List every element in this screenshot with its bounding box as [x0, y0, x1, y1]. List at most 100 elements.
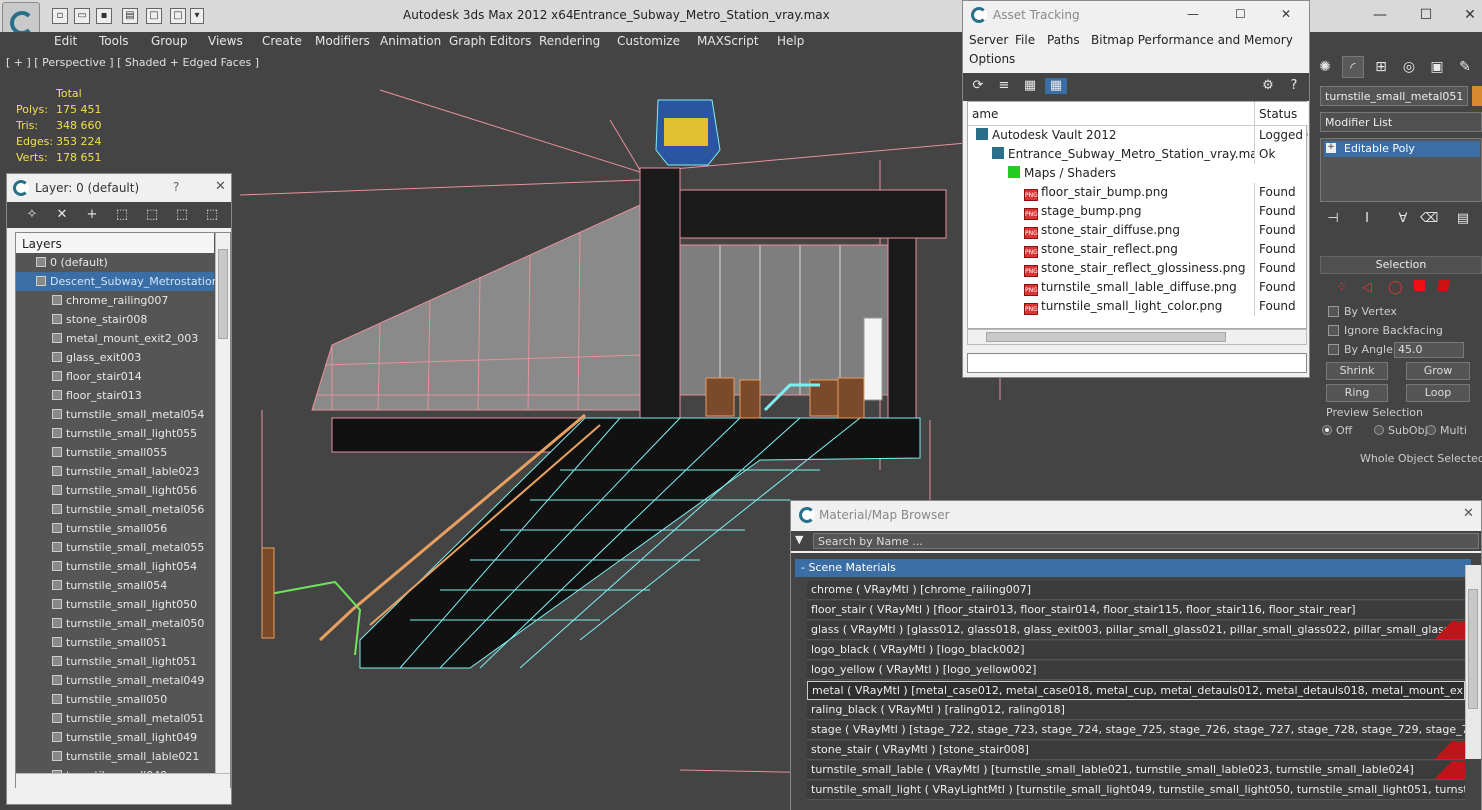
- layer-row[interactable]: turnstile_small054: [16, 576, 214, 595]
- asset-menu-server[interactable]: Server: [969, 33, 1008, 47]
- layer-row[interactable]: turnstile_small051: [16, 633, 214, 652]
- motion-tab-icon[interactable]: ◎: [1398, 56, 1420, 78]
- search-by-name-input[interactable]: Search by Name ...: [813, 533, 1479, 549]
- menu-customize[interactable]: Customize: [617, 34, 680, 48]
- delete-layer-icon[interactable]: ✕: [53, 207, 71, 223]
- material-row[interactable]: turnstile_small_lable ( VRayMtl ) [turns…: [807, 761, 1465, 780]
- layer-row[interactable]: turnstile_small056: [16, 519, 214, 538]
- layer-row[interactable]: turnstile_small055: [16, 443, 214, 462]
- border-mode-icon[interactable]: ◯: [1388, 280, 1403, 295]
- by-vertex-checkbox[interactable]: [1328, 306, 1339, 317]
- table-view-icon[interactable]: ▦: [1045, 78, 1067, 94]
- layer-row[interactable]: turnstile_small_light051: [16, 652, 214, 671]
- asset-row[interactable]: PNG stone_stair_reflect_glossiness.png Fou…: [968, 259, 1308, 278]
- quick-access-dropdown-icon[interactable]: ▾: [190, 8, 204, 24]
- layer-row[interactable]: stone_stair008: [16, 310, 214, 329]
- hold-icon[interactable]: ▤: [122, 8, 138, 24]
- layer-row[interactable]: turnstile_small_light054: [16, 557, 214, 576]
- asset-status-column-header[interactable]: Status: [1254, 102, 1308, 126]
- layer-row[interactable]: turnstile_small_light050: [16, 595, 214, 614]
- ring-button[interactable]: Ring: [1326, 384, 1388, 402]
- pin-stack-icon[interactable]: ⊣: [1324, 210, 1342, 228]
- layer-row[interactable]: Descent_Subway_Metrostation: [16, 272, 219, 291]
- material-row[interactable]: turnstile_small_light ( VRayLightMtl ) […: [807, 781, 1465, 800]
- material-row[interactable]: stone_stair ( VRayMtl ) [stone_stair008]: [807, 741, 1465, 760]
- select-objects-icon[interactable]: ⬚: [113, 207, 131, 223]
- asset-minimize-button[interactable]: —: [1187, 7, 1199, 21]
- asset-menu-paths[interactable]: Paths: [1047, 33, 1080, 47]
- layer-row[interactable]: 0 (default): [16, 253, 214, 272]
- layer-row[interactable]: turnstile_small_metal050: [16, 614, 214, 633]
- highlight-layer-icon[interactable]: ⬚: [143, 207, 161, 223]
- create-tab-icon[interactable]: ✺: [1314, 56, 1336, 78]
- refresh-icon[interactable]: ⟳: [969, 78, 987, 94]
- material-row[interactable]: floor_stair ( VRayMtl ) [floor_stair013,…: [807, 601, 1465, 620]
- configure-sets-icon[interactable]: ▤: [1454, 210, 1472, 228]
- asset-horizontal-scrollbar[interactable]: [967, 329, 1307, 345]
- layer-row[interactable]: turnstile_small_light049: [16, 728, 214, 747]
- asset-row[interactable]: Autodesk Vault 2012 Logged C: [968, 126, 1308, 145]
- asset-row[interactable]: PNG turnstile_small_light_color.png Found: [968, 297, 1308, 316]
- layer-row[interactable]: turnstile_small_metal055: [16, 538, 214, 557]
- utilities-tab-icon[interactable]: ✎: [1454, 56, 1476, 78]
- minimize-button[interactable]: —: [1368, 6, 1392, 24]
- material-browser-close-button[interactable]: ✕: [1463, 506, 1474, 521]
- new-layer-icon[interactable]: ✧: [23, 207, 41, 223]
- asset-menu-options[interactable]: Options: [969, 52, 1015, 66]
- modify-tab-icon[interactable]: ◜: [1342, 56, 1364, 78]
- asset-row[interactable]: PNG turnstile_small_lable_diffuse.png Foun…: [968, 278, 1308, 297]
- asset-path-field[interactable]: [967, 353, 1307, 373]
- redo-icon[interactable]: □: [170, 8, 186, 24]
- layer-row[interactable]: floor_stair013: [16, 386, 214, 405]
- object-color-swatch[interactable]: [1472, 86, 1482, 106]
- selection-rollout-header[interactable]: Selection: [1320, 256, 1482, 274]
- layer-row[interactable]: turnstile_small_lable021: [16, 747, 214, 766]
- layer-row[interactable]: turnstile_small_metal054: [16, 405, 214, 424]
- asset-menu-bitmap-performance-and-memory[interactable]: Bitmap Performance and Memory: [1091, 33, 1293, 47]
- layer-vertical-scrollbar[interactable]: [215, 233, 230, 773]
- menu-help[interactable]: Help: [777, 34, 804, 48]
- add-to-layer-icon[interactable]: +: [83, 207, 101, 223]
- grow-button[interactable]: Grow: [1406, 362, 1470, 380]
- hierarchy-tab-icon[interactable]: ⊞: [1370, 56, 1392, 78]
- viewport-label[interactable]: [ + ] [ Perspective ] [ Shaded + Edged F…: [6, 56, 259, 69]
- help-icon[interactable]: ?: [1285, 78, 1303, 94]
- asset-row[interactable]: PNG floor_stair_bump.png Found: [968, 183, 1308, 202]
- material-row[interactable]: chrome ( VRayMtl ) [chrome_railing007]: [807, 581, 1465, 600]
- material-row[interactable]: logo_yellow ( VRayMtl ) [logo_yellow002]: [807, 661, 1465, 680]
- remove-modifier-icon[interactable]: ⌫: [1420, 210, 1438, 228]
- element-mode-icon[interactable]: [1437, 280, 1450, 291]
- scene-materials-group[interactable]: - Scene Materials: [795, 559, 1471, 577]
- menu-graph-editors[interactable]: Graph Editors: [449, 34, 531, 48]
- layer-help-button[interactable]: ?: [173, 180, 179, 194]
- material-row[interactable]: metal ( VRayMtl ) [metal_case012, metal_…: [807, 681, 1465, 700]
- undo-icon[interactable]: □: [146, 8, 162, 24]
- asset-menu-file[interactable]: File: [1015, 33, 1035, 47]
- layer-row[interactable]: turnstile_small_metal049: [16, 671, 214, 690]
- menu-edit[interactable]: Edit: [54, 34, 77, 48]
- layer-close-button[interactable]: ✕: [215, 179, 226, 194]
- layer-row[interactable]: chrome_railing007: [16, 291, 214, 310]
- asset-row[interactable]: Maps / Shaders: [968, 164, 1308, 183]
- menu-create[interactable]: Create: [262, 34, 302, 48]
- asset-row[interactable]: PNG stone_stair_reflect.png Found: [968, 240, 1308, 259]
- object-name-field[interactable]: turnstile_small_metal051: [1320, 86, 1468, 106]
- layer-horizontal-scrollbar[interactable]: [16, 773, 230, 788]
- material-row[interactable]: logo_black ( VRayMtl ) [logo_black002]: [807, 641, 1465, 660]
- asset-row[interactable]: PNG stage_bump.png Found: [968, 202, 1308, 221]
- display-tab-icon[interactable]: ▣: [1426, 56, 1448, 78]
- detail-view-icon[interactable]: ▦: [1021, 78, 1039, 94]
- asset-row[interactable]: Entrance_Subway_Metro_Station_vray.max Ok: [968, 145, 1308, 164]
- angle-spinner[interactable]: 45.0: [1394, 342, 1464, 358]
- layer-row[interactable]: turnstile_small050: [16, 690, 214, 709]
- options-dropdown-icon[interactable]: ▼: [795, 533, 803, 546]
- menu-animation[interactable]: Animation: [380, 34, 441, 48]
- material-row[interactable]: stage ( VRayMtl ) [stage_722, stage_723,…: [807, 721, 1465, 740]
- make-unique-icon[interactable]: ∀: [1394, 210, 1412, 228]
- edge-mode-icon[interactable]: ◁: [1362, 280, 1372, 295]
- layer-row[interactable]: floor_stair014: [16, 367, 214, 386]
- asset-row[interactable]: PNG stone_stair_diffuse.png Found: [968, 221, 1308, 240]
- layer-titlebar[interactable]: Layer: 0 (default) ? ✕: [7, 174, 231, 202]
- layer-row[interactable]: turnstile_small_lable023: [16, 462, 214, 481]
- layer-row[interactable]: turnstile_small_light055: [16, 424, 214, 443]
